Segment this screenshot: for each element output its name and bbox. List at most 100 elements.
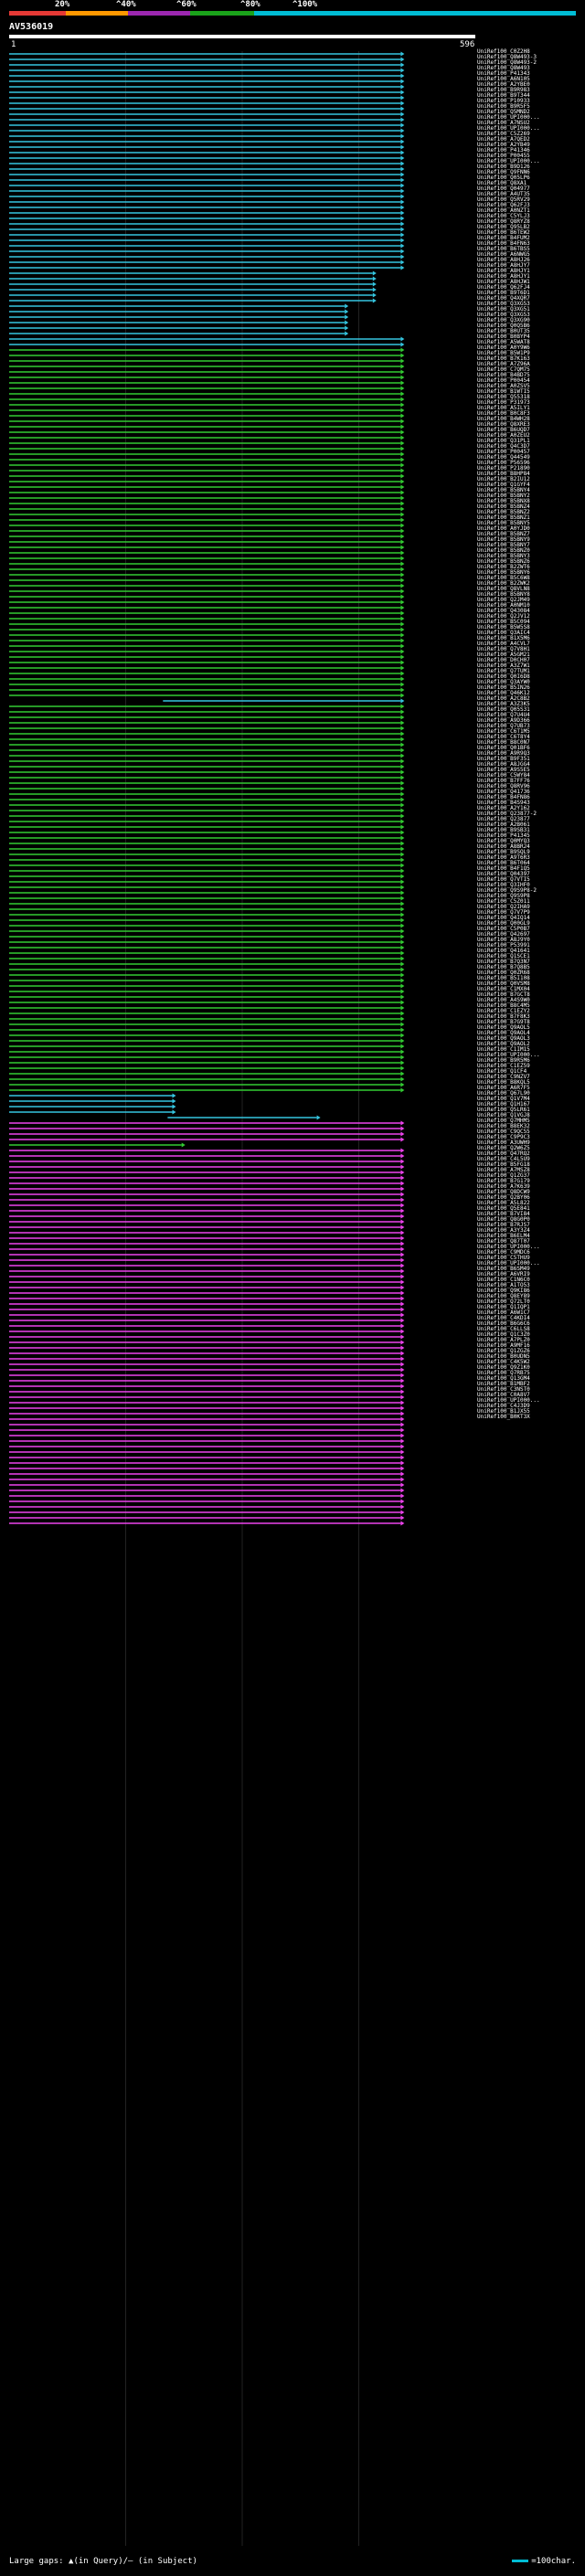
hit-arrow [400, 1488, 405, 1493]
hit-arrow [400, 1301, 405, 1307]
hit-arrow [316, 1115, 321, 1120]
hit-arrow [400, 144, 405, 150]
hit-arrow [400, 1120, 405, 1126]
hit-arrow [400, 523, 405, 528]
hit-arrow [400, 1257, 405, 1263]
hit-arrow [400, 753, 405, 758]
hit-arrow [400, 446, 405, 451]
hit-arrow [400, 205, 405, 210]
hit-arrow [400, 879, 405, 885]
hit-arrow [400, 1022, 405, 1027]
hit-arrow [400, 90, 405, 95]
scale-label: 20% [55, 0, 70, 9]
scale-bar [190, 11, 254, 16]
hit-arrow [400, 758, 405, 764]
hit-arrow [400, 188, 405, 194]
hit-arrow [400, 1279, 405, 1285]
hit-arrow [400, 786, 405, 791]
hit-arrow [400, 1515, 405, 1521]
hit-arrow [400, 906, 405, 912]
hit-arrow [400, 473, 405, 479]
hit-arrow [400, 194, 405, 199]
hit-arrow [400, 1071, 405, 1076]
hit-arrow [400, 166, 405, 172]
hit-arrow [372, 276, 377, 281]
hit-arrow [400, 567, 405, 572]
hit-arrow [400, 375, 405, 380]
hit-arrow [400, 68, 405, 73]
hit-arrow [400, 1164, 405, 1170]
hit-arrow [400, 742, 405, 747]
hit-arrow [400, 1219, 405, 1224]
hit-arrow [400, 111, 405, 117]
hit-arrow [400, 1153, 405, 1159]
hit-arrow [400, 928, 405, 934]
hit-arrow [400, 731, 405, 737]
hit-arrow [400, 846, 405, 852]
hit-arrow [400, 632, 405, 638]
hit-arrow [400, 238, 405, 243]
hit-arrow [400, 243, 405, 249]
hit-arrow [400, 221, 405, 227]
hit-arrow [400, 649, 405, 654]
hit-arrow [400, 901, 405, 906]
hit-arrow [400, 369, 405, 375]
hit-arrow [400, 1082, 405, 1087]
hit-arrow [400, 726, 405, 731]
hit-arrow [400, 1312, 405, 1318]
hit-arrow [400, 578, 405, 583]
hit-arrow [400, 1170, 405, 1175]
hit-arrow [400, 1235, 405, 1241]
hit-arrow [400, 479, 405, 484]
hit-arrow [400, 676, 405, 682]
hit-arrow [400, 583, 405, 588]
hit-arrow [400, 1038, 405, 1044]
hit-arrow [400, 1466, 405, 1471]
hit-arrow [400, 232, 405, 238]
hit-arrow [345, 320, 349, 325]
hit-arrow [400, 435, 405, 440]
subject-label[interactable]: UniRef100_B0KT3X [477, 1415, 530, 1420]
hit-arrow [400, 819, 405, 824]
hit-arrow [400, 1367, 405, 1373]
hit-arrow [400, 117, 405, 122]
hit-arrow [400, 874, 405, 879]
hit-arrow [400, 1065, 405, 1071]
hit-arrow [400, 484, 405, 490]
hit-arrow [400, 715, 405, 720]
hit-arrow [400, 599, 405, 605]
hit-arrow [400, 830, 405, 835]
hit-arrow [400, 610, 405, 616]
hit-arrow [400, 1460, 405, 1466]
footer-gap-legend: Large gaps: ▲(in Query)/– (in Subject) [9, 2557, 197, 2566]
hit-arrow [400, 402, 405, 408]
query-title: AV536019 [9, 22, 54, 32]
hit-arrow [400, 857, 405, 863]
hit-arrow [400, 594, 405, 599]
hit-arrow [400, 956, 405, 961]
hit-arrow [400, 391, 405, 397]
hit-arrow [400, 172, 405, 177]
hit-arrow [400, 1438, 405, 1444]
hit-arrow [400, 457, 405, 462]
hit-arrow [172, 1109, 176, 1115]
hit-arrow [400, 534, 405, 539]
hit-arrow [400, 654, 405, 660]
hit-arrow [372, 292, 377, 298]
hit-arrow [400, 545, 405, 550]
hit-arrow [372, 281, 377, 287]
hit-arrow [400, 775, 405, 780]
hit-arrow [400, 1323, 405, 1329]
hit-arrow [400, 1230, 405, 1235]
hit-arrow [400, 1011, 405, 1016]
hit-arrow [400, 621, 405, 627]
hit-arrow [372, 287, 377, 292]
hit-arrow [400, 1224, 405, 1230]
hit-arrow [400, 1504, 405, 1510]
hit-arrow [400, 397, 405, 402]
hit-arrow [400, 934, 405, 939]
hit-arrow [400, 1510, 405, 1515]
hit-arrow [400, 704, 405, 709]
hit-arrow [400, 227, 405, 232]
hit-arrow [400, 802, 405, 808]
